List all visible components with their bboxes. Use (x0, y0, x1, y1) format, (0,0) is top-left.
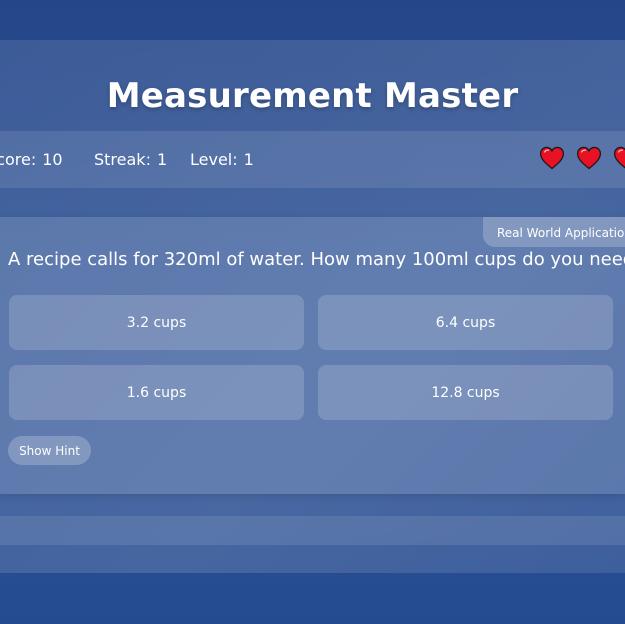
game-container: Measurement Master Score: 10 Streak: 1 Lev… (0, 40, 625, 573)
answer-option-3[interactable]: 1.6 cups (9, 365, 304, 420)
game-title: Measurement Master (106, 76, 519, 116)
level-stat: Level: 1 (190, 150, 254, 169)
score-label: Score: (0, 150, 37, 169)
heart-icon (613, 146, 625, 169)
show-hint-button[interactable]: Show Hint (8, 436, 91, 465)
streak-stat: Streak: 1 (94, 150, 167, 169)
question-card: Real World Application A recipe calls fo… (0, 217, 625, 494)
heart-icon (539, 146, 565, 170)
question-text: A recipe calls for 320ml of water. How m… (8, 249, 625, 270)
streak-value: 1 (156, 150, 168, 169)
streak-label: Streak: (94, 150, 151, 169)
score-stat: Score: 10 (0, 150, 63, 169)
heart-icon (576, 146, 602, 170)
level-value: 1 (243, 150, 254, 169)
answer-option-1[interactable]: 3.2 cups (9, 295, 304, 350)
feedback-area (0, 516, 625, 545)
category-badge: Real World Application (483, 217, 625, 247)
answer-option-4[interactable]: 12.8 cups (318, 365, 613, 420)
lives-display (528, 145, 625, 173)
score-value: 10 (42, 150, 63, 169)
level-label: Level: (190, 150, 238, 169)
stats-bar: Score: 10 Streak: 1 Level: 1 (0, 131, 625, 188)
answer-option-2[interactable]: 6.4 cups (318, 295, 613, 350)
